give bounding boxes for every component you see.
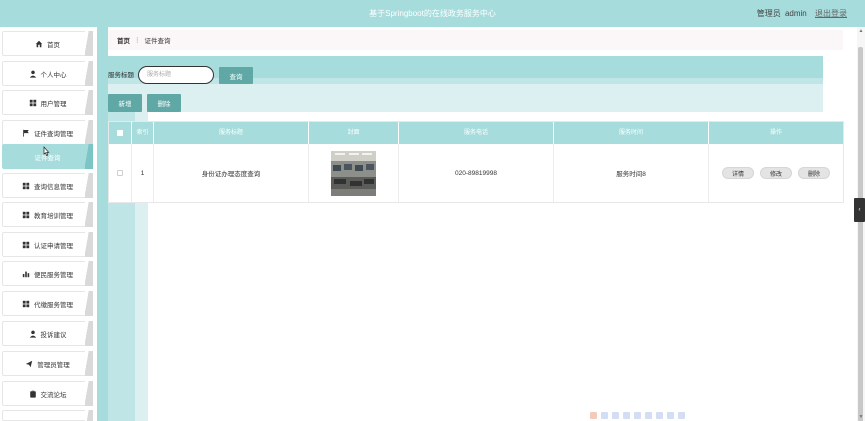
sidebar-item-label: 代缴服务管理 — [34, 301, 73, 309]
row-title: 身份证办理态度查询 — [154, 144, 309, 202]
bar-chart-icon — [22, 270, 30, 278]
grid-icon — [22, 300, 30, 308]
sidebar: 首页 个人中心 用户管理 证件查询管理 证件查询 查询信息管理 教育培训管理 认… — [0, 27, 97, 421]
sidebar-item-complaints[interactable]: 投诉建议 — [2, 321, 93, 346]
user-role: 管理员 — [756, 9, 781, 18]
toolbar-icon[interactable] — [634, 411, 641, 419]
send-icon — [25, 360, 33, 368]
sidebar-item-label: 证件查询管理 — [34, 130, 73, 138]
bottom-toolbar — [590, 410, 685, 420]
sidebar-item-query-info-manage[interactable]: 查询信息管理 — [2, 173, 93, 198]
toolbar-icon[interactable] — [601, 411, 608, 419]
grid-icon — [22, 182, 30, 190]
header-index: 索引 — [132, 122, 154, 144]
collapse-handle[interactable]: ‹ — [854, 198, 865, 222]
search-input[interactable] — [138, 66, 214, 84]
select-all-checkbox[interactable] — [117, 130, 123, 136]
sidebar-item-label: 便民服务管理 — [34, 271, 73, 279]
vertical-scrollbar[interactable]: ▲ ▼ — [857, 27, 865, 421]
sidebar-item-label: 个人中心 — [40, 71, 67, 79]
toolbar-icon[interactable] — [678, 411, 685, 419]
sidebar-item-certificate-query-manage[interactable]: 证件查询管理 — [2, 120, 93, 145]
clipboard-icon — [29, 390, 37, 398]
row-delete-button[interactable]: 删除 — [798, 167, 831, 179]
username: admin — [784, 9, 807, 18]
row-cover-cell — [309, 144, 399, 202]
sidebar-item-label: 认证申请管理 — [34, 242, 73, 250]
row-index: 1 — [132, 144, 154, 202]
toolbar-icon[interactable] — [667, 411, 674, 419]
grid-icon — [22, 241, 30, 249]
logout-link[interactable]: 退出登录 — [815, 9, 847, 18]
breadcrumb-home[interactable]: 首页 — [117, 35, 130, 45]
breadcrumb: 首页 ⋮ 证件查询 — [108, 30, 843, 50]
sidebar-item-users[interactable]: 用户管理 — [2, 90, 93, 115]
header-actions: 操作 — [769, 130, 782, 136]
user-area: 管理员 admin 退出登录 — [757, 0, 847, 27]
sidebar-item-payment-manage[interactable]: 代缴服务管理 — [2, 291, 93, 316]
sidebar-item-admin-manage[interactable]: 管理员管理 — [2, 351, 93, 376]
row-select-cell — [109, 144, 132, 202]
breadcrumb-current: 证件查询 — [144, 38, 171, 45]
sidebar-item-label: 首页 — [47, 41, 60, 49]
sidebar-item-label: 交流论坛 — [40, 391, 67, 399]
row-phone: 020-89819998 — [399, 144, 554, 202]
table-row: 1 身份证办理态度查询 020-89819998 服务时间8 详情 修改 删除 — [109, 144, 843, 202]
sidebar-item-home[interactable]: 首页 — [2, 31, 93, 56]
sidebar-item-label: 管理员管理 — [37, 361, 70, 369]
detail-button[interactable]: 详情 — [721, 167, 754, 179]
header-time: 服务时间 — [554, 122, 709, 144]
sidebar-item-label: 用户管理 — [40, 100, 67, 108]
delete-button[interactable]: 删除 — [147, 94, 181, 112]
row-actions: 详情 修改 删除 — [709, 144, 843, 202]
sidebar-item-more[interactable] — [2, 410, 93, 421]
sidebar-item-certificate-query[interactable]: 证件查询 — [2, 144, 93, 169]
mouse-cursor-icon — [43, 146, 50, 156]
header-cover: 封面 — [309, 122, 399, 144]
add-button[interactable]: 新增 — [108, 94, 142, 112]
flag-icon — [22, 129, 30, 137]
toolbar-icon[interactable] — [612, 411, 619, 419]
header-phone: 服务电话 — [399, 122, 554, 144]
cover-image — [331, 150, 376, 196]
sidebar-item-label: 教育培训管理 — [34, 212, 73, 220]
table-header: 索引 服务标题 封面 服务电话 服务时间 操作 — [109, 122, 843, 144]
query-button[interactable]: 查询 — [219, 67, 253, 84]
chevron-left-icon: ‹ — [858, 207, 861, 213]
edit-button[interactable]: 修改 — [759, 167, 792, 179]
row-time: 服务时间8 — [554, 144, 709, 202]
scrollbar-thumb[interactable] — [858, 47, 863, 421]
grid-icon — [29, 99, 37, 107]
search-band-top — [108, 56, 823, 78]
sidebar-item-certification-manage[interactable]: 认证申请管理 — [2, 232, 93, 257]
person-icon — [29, 70, 37, 78]
toolbar-icon[interactable] — [645, 411, 652, 419]
home-icon — [35, 40, 43, 48]
toolbar-icon[interactable] — [656, 411, 663, 419]
data-table: 索引 服务标题 封面 服务电话 服务时间 操作 1 身份证办理态度查询 020-… — [108, 121, 844, 203]
sidebar-item-profile[interactable]: 个人中心 — [2, 61, 93, 86]
grid-icon — [22, 211, 30, 219]
toolbar-icon[interactable] — [590, 411, 597, 419]
scroll-up-arrow-icon[interactable]: ▲ — [857, 27, 865, 35]
app-title: 基于Springboot的在线政务服务中心 — [369, 9, 496, 18]
scroll-down-arrow-icon[interactable]: ▼ — [857, 413, 865, 421]
header-select-all[interactable] — [109, 122, 132, 144]
person-icon — [29, 330, 37, 338]
breadcrumb-separator: ⋮ — [134, 37, 141, 44]
action-band — [108, 84, 823, 112]
top-header: 基于Springboot的在线政务服务中心 管理员 admin 退出登录 — [0, 0, 865, 27]
row-checkbox[interactable] — [117, 170, 123, 176]
header-title: 服务标题 — [154, 122, 309, 144]
sidebar-item-label: 投诉建议 — [40, 331, 67, 339]
sidebar-item-forum[interactable]: 交流论坛 — [2, 381, 93, 406]
toolbar-icon[interactable] — [623, 411, 630, 419]
sidebar-item-education-manage[interactable]: 教育培训管理 — [2, 202, 93, 227]
sidebar-item-label: 查询信息管理 — [34, 183, 73, 191]
sidebar-item-convenience-manage[interactable]: 便民服务管理 — [2, 261, 93, 286]
search-label: 服务标题 — [108, 72, 134, 79]
